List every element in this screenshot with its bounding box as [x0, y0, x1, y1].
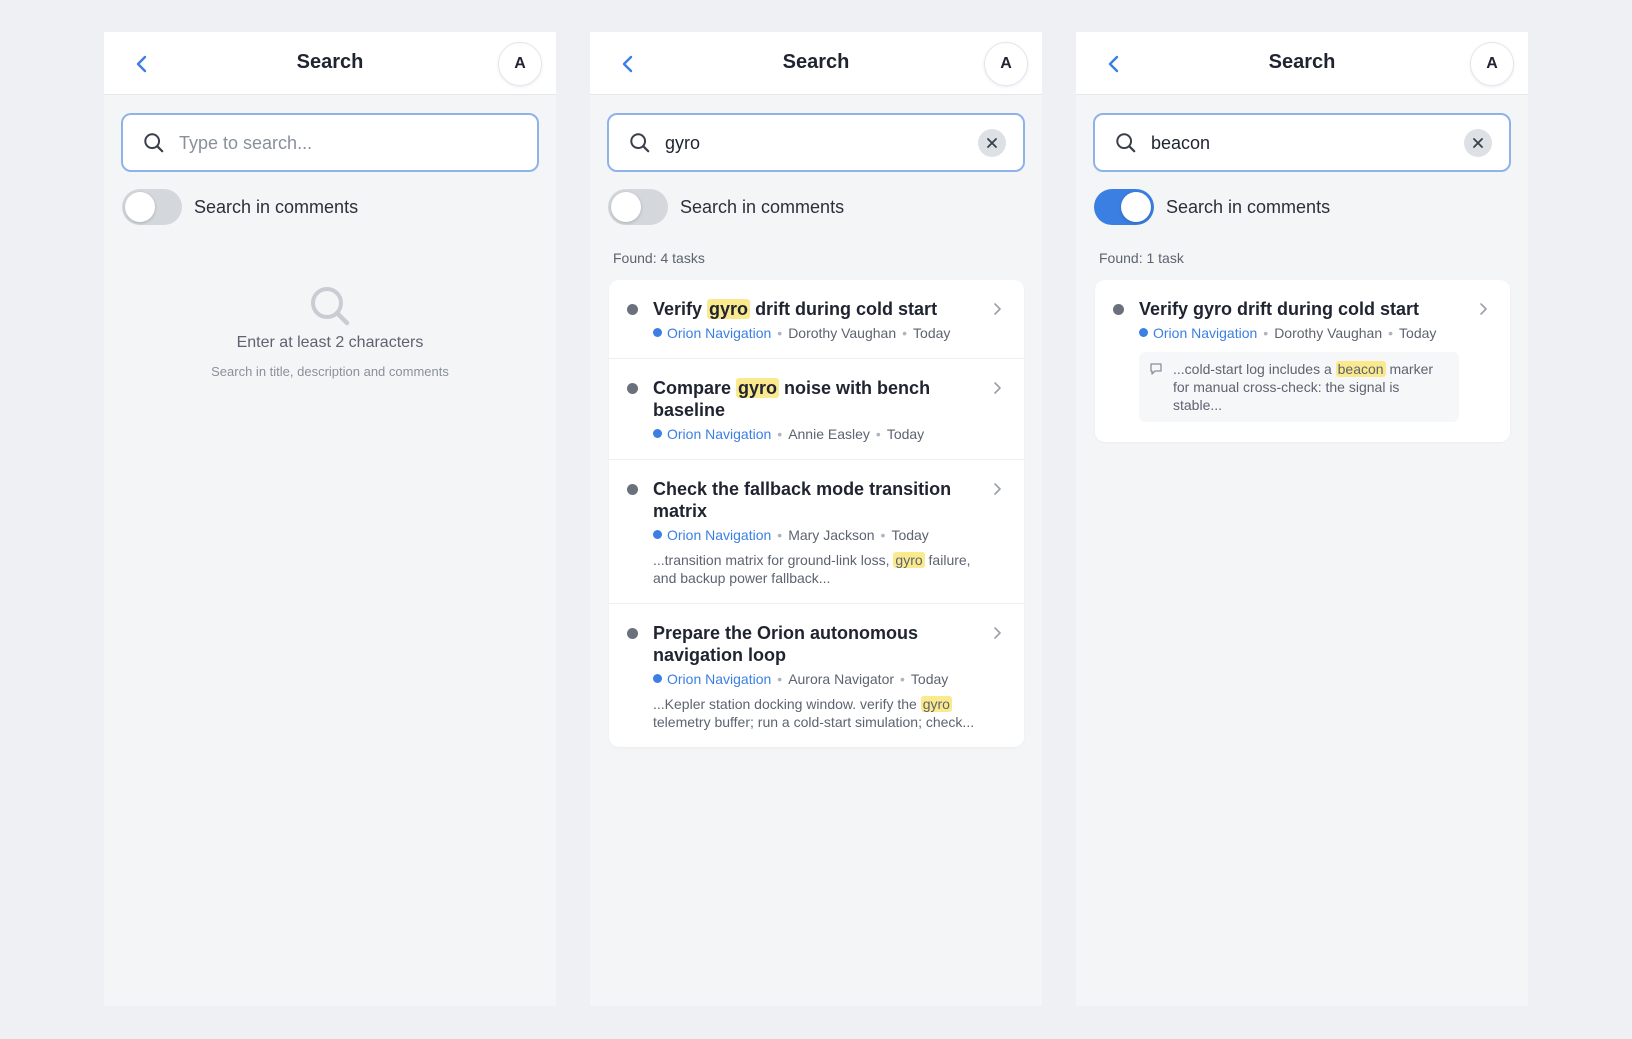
task-result[interactable]: Verify gyro drift during cold start Orio…	[609, 280, 1024, 359]
highlight: gyro	[893, 552, 925, 568]
task-title: Verify gyro drift during cold start	[653, 299, 938, 319]
avatar[interactable]: A	[984, 42, 1028, 86]
project-name: Orion Navigation	[667, 527, 772, 543]
clear-search-button[interactable]	[978, 129, 1006, 157]
task-result[interactable]: Check the fallback mode transition matri…	[609, 460, 1024, 604]
close-icon	[1473, 138, 1483, 148]
search-comments-toggle[interactable]	[608, 189, 668, 225]
top-bar: Search A	[104, 32, 556, 95]
search-comments-toggle[interactable]	[1094, 189, 1154, 225]
empty-state-subtitle: Search in title, description and comment…	[211, 364, 449, 379]
empty-state-title: Enter at least 2 characters	[236, 334, 424, 351]
chevron-right-icon	[1480, 303, 1487, 315]
task-meta: Orion Navigation • Aurora Navigator • Today	[653, 670, 984, 688]
status-dot	[627, 484, 638, 495]
assignee: Dorothy Vaughan	[788, 325, 897, 341]
toggle-knob	[611, 192, 641, 222]
status-dot	[627, 383, 638, 394]
search-icon	[630, 133, 650, 153]
search-bar[interactable]	[607, 113, 1025, 172]
date: Today	[891, 527, 929, 543]
page-title: Search	[296, 51, 364, 73]
highlight: beacon	[1335, 361, 1386, 377]
project-name: Orion Navigation	[667, 325, 772, 341]
toggle-label: Search in comments	[194, 197, 359, 217]
search-screen-comments: Search A Search in comments Found: 1 tas…	[1076, 32, 1528, 1006]
search-input[interactable]	[1151, 129, 1451, 157]
comment-icon	[1150, 363, 1162, 375]
task-title: Verify gyro drift during cold start	[1139, 299, 1420, 319]
search-icon	[144, 133, 164, 153]
assignee: Aurora Navigator	[788, 671, 895, 687]
status-dot	[1113, 304, 1124, 315]
search-bar[interactable]	[1093, 113, 1511, 172]
search-comments-toggle-row: Search in comments	[608, 189, 1008, 225]
page-title: Search	[1268, 51, 1336, 73]
clear-search-button[interactable]	[1464, 129, 1492, 157]
date: Today	[1399, 325, 1437, 341]
highlight: gyro	[736, 378, 780, 398]
task-title: Compare gyro noise with bench baseline	[653, 378, 931, 420]
project-name: Orion Navigation	[667, 671, 772, 687]
task-result[interactable]: Verify gyro drift during cold start Orio…	[1095, 280, 1510, 442]
date: Today	[910, 671, 949, 687]
comment-snippet: ...cold-start log includes a beacon mark…	[1139, 352, 1459, 422]
status-dot	[627, 628, 638, 639]
avatar[interactable]: A	[498, 42, 542, 86]
top-bar: Search A	[1076, 32, 1528, 95]
results-count: Found: 4 tasks	[613, 250, 705, 266]
highlight: gyro	[920, 696, 952, 712]
results-count: Found: 1 task	[1099, 250, 1184, 266]
search-comments-toggle-row: Search in comments	[1094, 189, 1494, 225]
chevron-right-icon	[994, 303, 1001, 315]
project-name: Orion Navigation	[667, 426, 772, 442]
assignee: Annie Easley	[788, 426, 870, 442]
search-icon	[311, 287, 350, 326]
task-result[interactable]: Compare gyro noise with bench baseline O…	[609, 359, 1024, 460]
empty-state: Enter at least 2 characters Search in ti…	[104, 284, 556, 379]
results-list: Verify gyro drift during cold start Orio…	[1095, 280, 1510, 442]
status-dot	[627, 304, 638, 315]
search-screen-results: Search A Search in comments Found: 4 tas…	[590, 32, 1042, 1006]
project-name: Orion Navigation	[1153, 325, 1258, 341]
highlight: gyro	[707, 299, 751, 319]
date: Today	[913, 325, 951, 341]
avatar[interactable]: A	[1470, 42, 1514, 86]
task-result[interactable]: Prepare the Orion autonomous navigation …	[609, 604, 1024, 747]
search-input[interactable]	[179, 129, 479, 157]
search-screen-empty: Search A Search in comments Enter at lea…	[104, 32, 556, 1006]
date: Today	[886, 426, 925, 442]
task-title: Prepare the Orion autonomous navigation …	[653, 623, 919, 665]
toggle-label: Search in comments	[1166, 197, 1331, 217]
assignee: Dorothy Vaughan	[1274, 325, 1383, 341]
description-snippet: ...transition matrix for ground-link los…	[653, 552, 971, 586]
chevron-right-icon	[994, 627, 1001, 639]
results-list: Verify gyro drift during cold start Orio…	[609, 280, 1024, 747]
chevron-right-icon	[994, 382, 1001, 394]
toggle-knob	[125, 192, 155, 222]
search-comments-toggle-row: Search in comments	[122, 189, 522, 225]
chevron-right-icon	[994, 483, 1001, 495]
task-meta: Orion Navigation • Dorothy Vaughan • Today	[1139, 324, 1470, 342]
search-bar[interactable]	[121, 113, 539, 172]
search-icon	[1116, 133, 1136, 153]
task-meta: Orion Navigation • Dorothy Vaughan • Today	[653, 324, 984, 342]
top-bar: Search A	[590, 32, 1042, 95]
toggle-label: Search in comments	[680, 197, 845, 217]
search-input[interactable]	[665, 129, 965, 157]
description-snippet: ...Kepler station docking window. verify…	[653, 696, 975, 730]
toggle-knob	[1121, 192, 1151, 222]
close-icon	[987, 138, 997, 148]
assignee: Mary Jackson	[788, 527, 875, 543]
search-comments-toggle[interactable]	[122, 189, 182, 225]
page-title: Search	[782, 51, 850, 73]
task-title: Check the fallback mode transition matri…	[653, 479, 952, 521]
task-meta: Orion Navigation • Mary Jackson • Today	[653, 526, 984, 544]
task-meta: Orion Navigation • Annie Easley • Today	[653, 425, 984, 443]
